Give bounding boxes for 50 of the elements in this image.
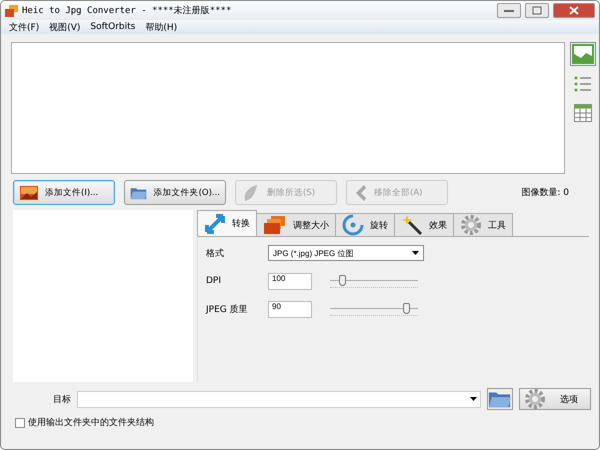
menu-item[interactable]: 视图(V) bbox=[49, 20, 80, 34]
image-count: 图像数量: 0 bbox=[521, 186, 569, 199]
slider-thumb[interactable] bbox=[403, 302, 410, 314]
slider[interactable] bbox=[330, 274, 418, 288]
minimize-button[interactable] bbox=[497, 3, 521, 18]
picture-icon bbox=[19, 184, 39, 200]
dropdown-arrow-icon bbox=[412, 251, 419, 255]
magic-wand-icon bbox=[401, 214, 423, 236]
menu-item[interactable]: 帮助(H) bbox=[145, 20, 178, 34]
field-label: JPEG 质里 bbox=[206, 304, 249, 316]
close-button[interactable] bbox=[553, 3, 595, 18]
field-label: 格式 bbox=[206, 248, 225, 260]
browse-folder-button[interactable] bbox=[487, 388, 513, 410]
maximize-button[interactable] bbox=[525, 3, 549, 18]
minimize-icon bbox=[504, 8, 514, 12]
close-icon bbox=[569, 6, 579, 15]
window-title: Heic to Jpg Converter - ****未注册版**** bbox=[22, 4, 232, 17]
picture-icon bbox=[572, 44, 594, 64]
input-field[interactable]: 90 bbox=[268, 300, 312, 318]
checkbox[interactable] bbox=[15, 418, 25, 428]
pictures-icon bbox=[263, 215, 287, 235]
view-button[interactable] bbox=[570, 42, 596, 66]
dropdown-arrow-icon bbox=[470, 397, 477, 401]
gear-icon bbox=[460, 214, 482, 236]
maximize-icon bbox=[532, 6, 542, 15]
tab[interactable]: 旋转 bbox=[335, 213, 395, 236]
view-button[interactable] bbox=[572, 102, 594, 124]
field-label: 目标 bbox=[52, 394, 71, 406]
list-icon bbox=[574, 76, 592, 92]
add-file-button[interactable]: 添加文件(I)... bbox=[13, 180, 115, 205]
table-icon bbox=[574, 104, 592, 122]
slider[interactable] bbox=[330, 302, 418, 316]
tab[interactable]: 效果 bbox=[394, 213, 454, 236]
view-button[interactable] bbox=[572, 74, 594, 94]
tab[interactable]: 工具 bbox=[453, 213, 513, 236]
add-folder-button[interactable]: 添加文件夹(O)... bbox=[124, 180, 226, 205]
checkbox-label: 使用输出文件夹中的文件夹结构 bbox=[28, 416, 154, 429]
menu-item[interactable]: SoftOrbits bbox=[90, 22, 136, 32]
app-icon bbox=[5, 4, 18, 16]
format-dropdown[interactable]: JPG (*.jpg) JPEG 位图 bbox=[268, 245, 424, 261]
rotate-icon bbox=[342, 214, 364, 236]
tab[interactable]: 调整大小 bbox=[256, 213, 336, 236]
field-label: DPI bbox=[206, 276, 222, 286]
menu-item[interactable]: 文件(F) bbox=[9, 20, 40, 34]
tab[interactable]: 转换 bbox=[197, 210, 257, 236]
input-field[interactable]: 100 bbox=[268, 272, 312, 290]
options-button[interactable]: 选项 bbox=[519, 388, 591, 410]
diagonal-arrow-icon bbox=[204, 212, 226, 234]
gear-icon bbox=[524, 388, 546, 410]
slider-thumb[interactable] bbox=[339, 274, 346, 286]
